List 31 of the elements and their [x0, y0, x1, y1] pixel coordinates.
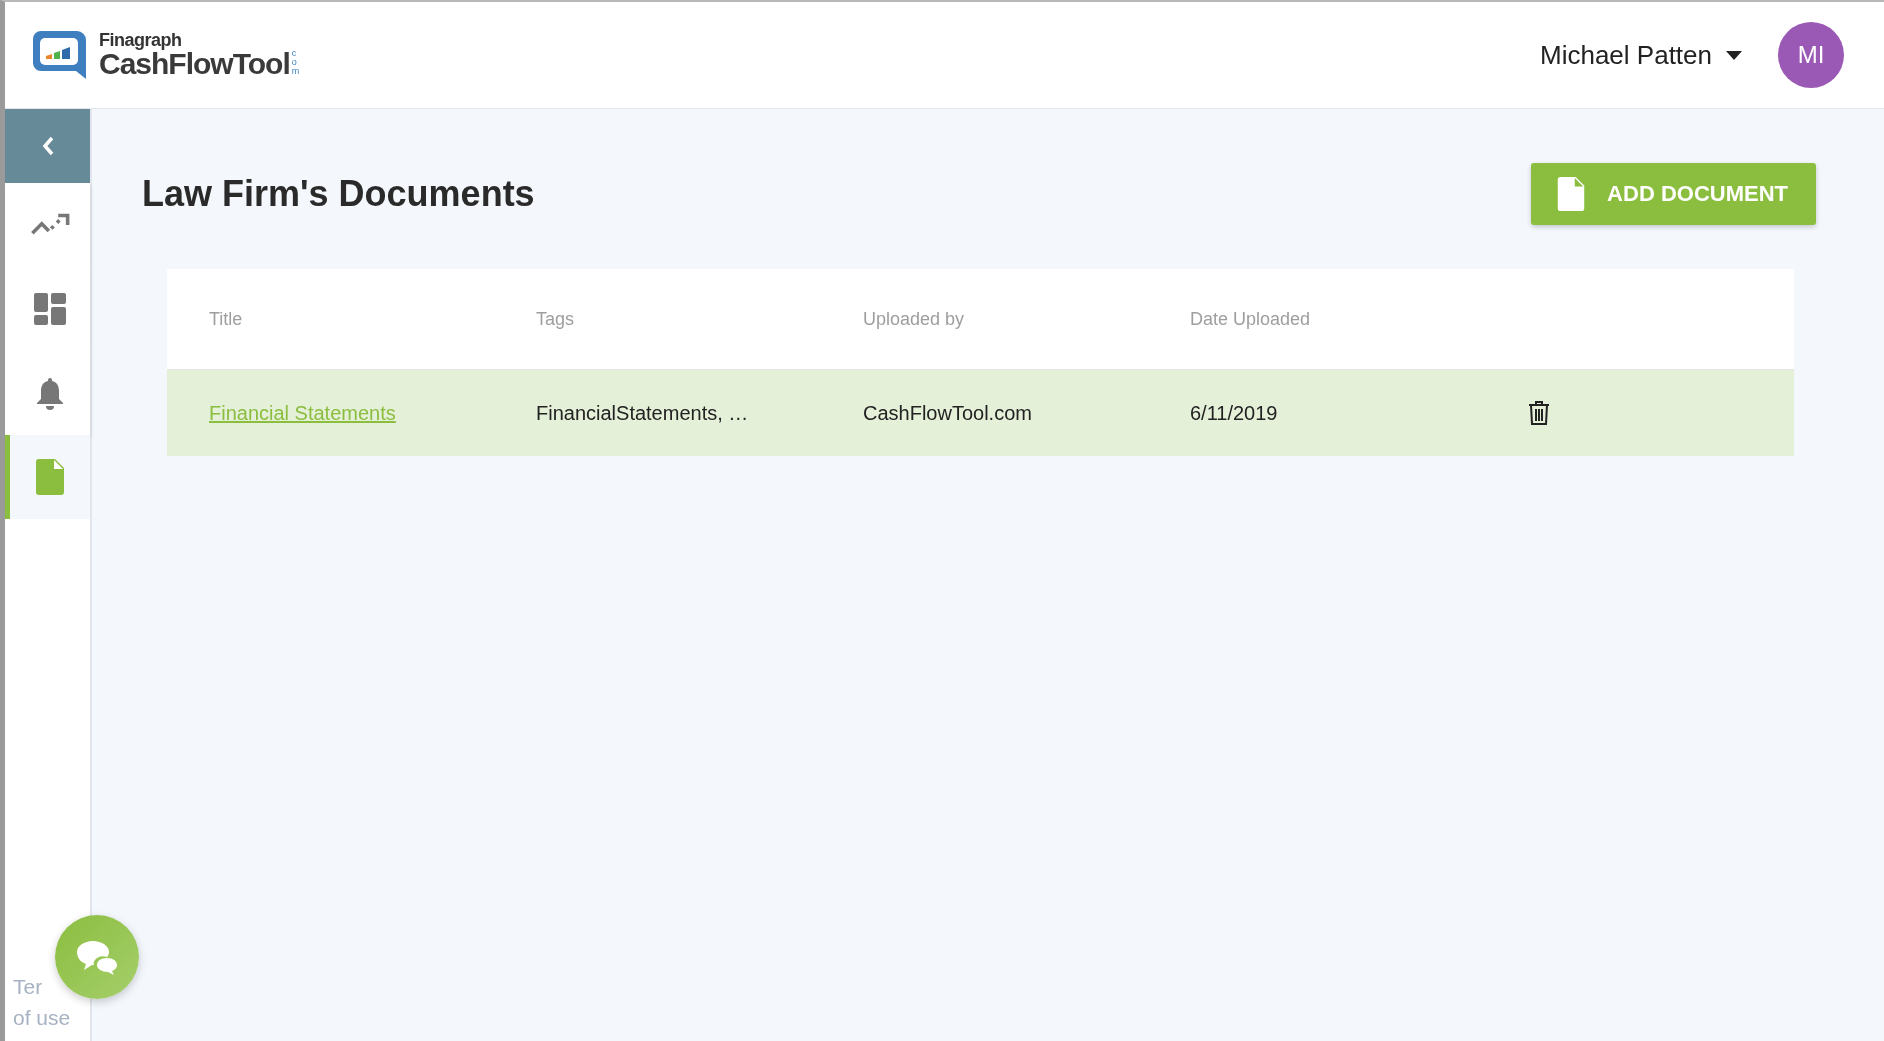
column-header: Title: [209, 308, 243, 330]
dashboard-icon: [34, 293, 66, 325]
user-avatar[interactable]: MI: [1778, 22, 1844, 88]
bell-icon: [36, 376, 64, 410]
chat-button[interactable]: [55, 915, 139, 999]
table-cell: 6/11/2019: [1190, 401, 1278, 425]
user-menu[interactable]: Michael Patten: [1540, 39, 1742, 71]
table-cell: CashFlowTool.com: [863, 401, 1032, 425]
table-cell: FinancialStatements, …: [536, 401, 749, 425]
chat-icon: [75, 939, 119, 975]
add-document-button[interactable]: ADD DOCUMENT: [1531, 163, 1816, 225]
document-icon: [1557, 177, 1586, 211]
logo-brand: Finagraph: [99, 31, 183, 49]
terms-link[interactable]: Ter: [13, 971, 43, 1002]
column-header: Tags: [536, 308, 575, 330]
logo-icon: [33, 31, 89, 79]
chevron-left-icon: [41, 136, 54, 156]
document-icon: [36, 459, 64, 495]
delete-button[interactable]: [1528, 400, 1550, 426]
terms-link[interactable]: of use: [13, 1002, 71, 1033]
column-header: Date Uploaded: [1190, 308, 1311, 330]
trend-icon: [30, 213, 70, 237]
sidebar-item[interactable]: [5, 435, 90, 519]
caret-icon: [1726, 50, 1742, 60]
document-title-link[interactable]: Financial Statements: [209, 401, 396, 425]
trash-icon: [1528, 400, 1550, 426]
table-row[interactable]: Financial Statements FinancialStatements, … CashFlowTool.com 6/11/2019: [167, 370, 1794, 456]
column-header: Uploaded by: [863, 308, 965, 330]
logo-product: CashFlowTool: [99, 49, 290, 79]
page-title: Law Firm's Documents: [142, 173, 535, 215]
logo-suffix: com: [291, 49, 301, 76]
